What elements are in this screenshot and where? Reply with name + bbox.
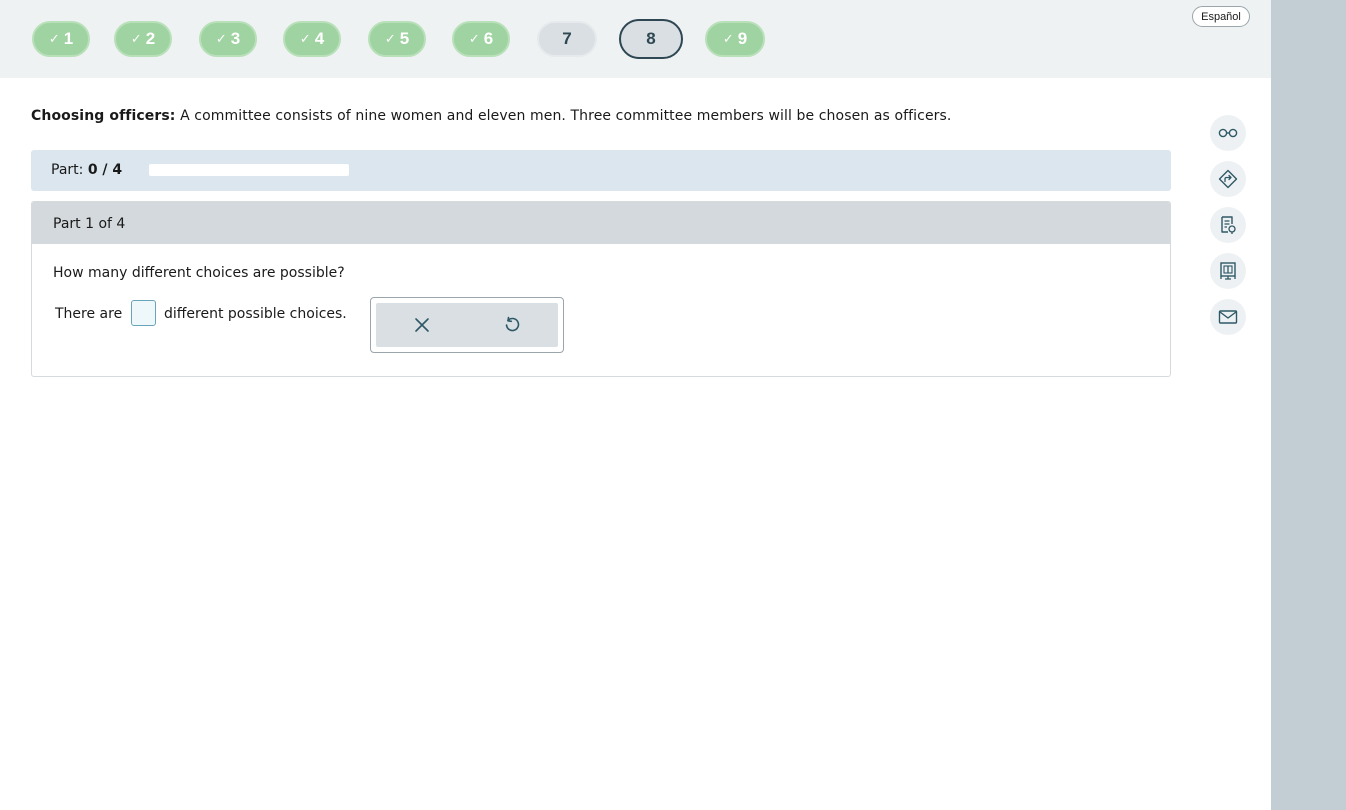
progress-track (149, 164, 349, 176)
part-progress: Part: 0 / 4 (31, 150, 1171, 191)
checklist-button[interactable] (1210, 207, 1246, 243)
question-pill-8[interactable]: 8 (619, 19, 683, 59)
answer-tools-panel (376, 303, 558, 347)
question-pill-3[interactable]: ✓ 3 (199, 21, 257, 57)
answer-suffix: different possible choices. (164, 306, 347, 322)
question-pill-9[interactable]: ✓ 9 (705, 21, 765, 57)
whiteboard-button[interactable] (1210, 253, 1246, 289)
language-button[interactable]: Español (1192, 6, 1250, 27)
directions-icon (1218, 169, 1238, 189)
glasses-button[interactable] (1210, 115, 1246, 151)
question-pill-4[interactable]: ✓ 4 (283, 21, 341, 57)
problem-text: A committee consists of nine women and e… (180, 108, 952, 124)
answer-input[interactable] (131, 300, 156, 326)
check-icon: ✓ (215, 31, 227, 46)
check-icon: ✓ (299, 31, 311, 46)
question-navigation-bar: ✓ 1 ✓ 2 ✓ 3 ✓ 4 ✓ 5 ✓ 6 7 8 ✓ 9 Español (0, 0, 1271, 78)
answer-tools-popup (370, 297, 564, 353)
clear-answer-button[interactable] (410, 313, 434, 337)
problem-statement: Choosing officers: A committee consists … (31, 108, 951, 124)
progress-label: Part: 0 / 4 (51, 162, 123, 178)
check-icon: ✓ (384, 31, 396, 46)
question-pill-5[interactable]: ✓ 5 (368, 21, 426, 57)
mail-icon (1218, 310, 1238, 324)
glasses-icon (1218, 128, 1238, 138)
check-icon: ✓ (722, 31, 734, 46)
part-title: Part 1 of 4 (53, 216, 126, 232)
check-icon: ✓ (130, 31, 142, 46)
reset-answer-button[interactable] (500, 313, 524, 337)
question-pill-1[interactable]: ✓ 1 (32, 21, 90, 57)
checklist-icon (1221, 216, 1236, 234)
mail-button[interactable] (1210, 299, 1246, 335)
check-icon: ✓ (48, 31, 60, 46)
whiteboard-icon (1220, 262, 1236, 280)
directions-button[interactable] (1210, 161, 1246, 197)
progress-value: 0 / 4 (87, 162, 123, 178)
problem-title: Choosing officers: (31, 108, 176, 124)
question-pill-7[interactable]: 7 (537, 21, 597, 57)
check-icon: ✓ (468, 31, 480, 46)
answer-prefix: There are (55, 306, 123, 322)
question-text: How many different choices are possible? (53, 265, 345, 281)
part-header: Part 1 of 4 (32, 202, 1170, 244)
undo-icon (505, 316, 520, 332)
close-icon (415, 318, 429, 332)
part-card: Part 1 of 4 How many different choices a… (31, 201, 1171, 377)
right-gutter (1271, 0, 1346, 810)
question-pill-6[interactable]: ✓ 6 (452, 21, 510, 57)
question-pill-2[interactable]: ✓ 2 (114, 21, 172, 57)
